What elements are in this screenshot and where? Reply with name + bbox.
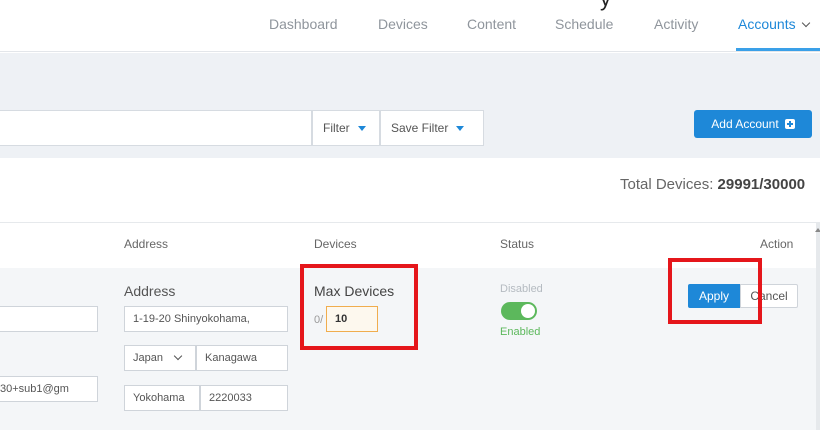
nav-schedule[interactable]: Schedule <box>555 16 613 32</box>
add-account-button[interactable]: Add Account <box>694 110 812 138</box>
country-select-value: Japan <box>133 352 163 364</box>
add-account-label: Add Account <box>711 117 779 131</box>
nav-devices[interactable]: Devices <box>378 16 428 32</box>
caret-down-icon <box>357 125 366 131</box>
filter-button-label: Filter <box>323 121 350 135</box>
active-tab-indicator <box>736 48 820 51</box>
name-field[interactable] <box>0 306 98 332</box>
address-line-field[interactable]: 1-19-20 Shinyokohama, <box>124 306 288 332</box>
status-enabled-label: Enabled <box>500 326 541 338</box>
highlight-max-devices <box>300 264 418 350</box>
search-input[interactable] <box>0 110 312 146</box>
total-devices-label: Total Devices: <box>620 176 714 193</box>
email-field[interactable]: 30+sub1@gm <box>0 376 98 402</box>
caret-down-icon <box>456 125 465 131</box>
caption-text: y <box>600 0 611 12</box>
header-status: Status <box>500 237 535 251</box>
header-address: Address <box>124 237 169 251</box>
vertical-scrollbar[interactable] <box>816 222 820 430</box>
state-field[interactable]: Kanagawa <box>196 345 288 371</box>
header-action: Action <box>760 237 794 251</box>
country-select[interactable]: Japan <box>124 345 196 371</box>
status-toggle[interactable] <box>501 302 537 320</box>
save-filter-button[interactable]: Save Filter <box>380 110 484 146</box>
highlight-apply-button <box>668 258 762 324</box>
app-root: Dashboard Devices Content Schedule Activ… <box>0 0 820 430</box>
filter-button[interactable]: Filter <box>312 110 380 146</box>
scroll-up-icon[interactable] <box>815 228 820 232</box>
city-field[interactable]: Yokohama <box>124 385 200 411</box>
top-nav: Dashboard Devices Content Schedule Activ… <box>0 0 820 52</box>
total-devices-value: 29991/30000 <box>717 176 806 193</box>
header-devices: Devices <box>314 237 357 251</box>
chevron-down-icon <box>173 351 183 361</box>
status-disabled-label: Disabled <box>500 283 543 295</box>
toggle-knob <box>521 304 535 318</box>
nav-dashboard[interactable]: Dashboard <box>269 16 338 32</box>
total-devices: Total Devices: 29991/30000 <box>620 176 805 193</box>
nav-accounts[interactable]: Accounts <box>738 16 811 32</box>
nav-activity[interactable]: Activity <box>654 16 698 32</box>
address-label: Address <box>124 283 176 299</box>
save-filter-button-label: Save Filter <box>391 121 449 135</box>
nav-accounts-label: Accounts <box>738 16 796 32</box>
chevron-down-icon <box>802 18 811 28</box>
postal-code-field[interactable]: 2220033 <box>200 385 288 411</box>
nav-content[interactable]: Content <box>467 16 516 32</box>
plus-square-icon <box>784 119 795 129</box>
